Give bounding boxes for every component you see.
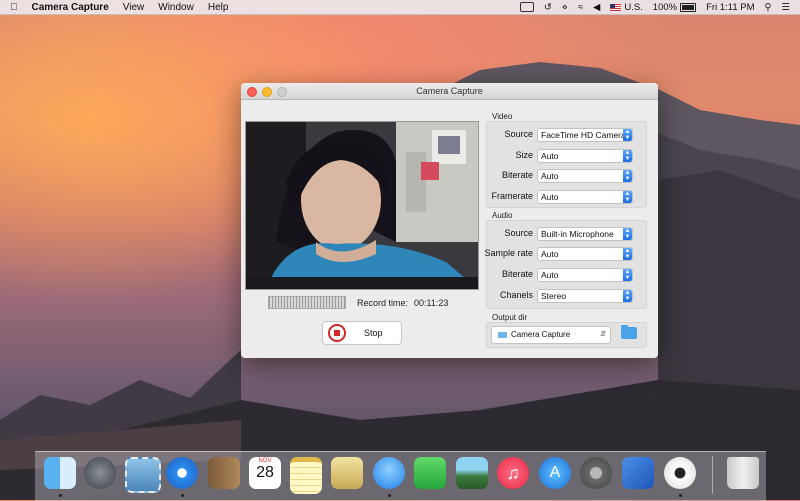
select-arrows-icon: ▲ ▼	[623, 228, 632, 240]
menu-help[interactable]: Help	[208, 2, 229, 13]
input-source-menu[interactable]: U.S.	[610, 2, 643, 13]
menu-window[interactable]: Window	[158, 2, 194, 13]
video-framerate-label: Framerate	[491, 191, 533, 201]
video-size-select[interactable]: Auto ▲ ▼	[537, 149, 633, 163]
menu-bar:  Camera Capture View Window Help ↺ ⋄ ≈ …	[0, 0, 800, 15]
running-indicator	[679, 494, 682, 497]
audio-biterate-label: Biterate	[501, 269, 533, 279]
preview-icon[interactable]	[331, 457, 363, 489]
itunes-icon[interactable]: ♫	[497, 457, 529, 489]
select-arrows-icon: ▲ ▼	[623, 129, 632, 141]
output-dir-select[interactable]: Camera Capture ⇵	[491, 326, 611, 344]
dock-separator	[712, 456, 713, 494]
xcode-icon[interactable]	[622, 457, 654, 489]
wifi-icon[interactable]: ≈	[578, 2, 583, 13]
video-source-select[interactable]: FaceTime HD Camera ▲ ▼	[537, 128, 633, 142]
audio-source-label: Source	[504, 228, 533, 238]
sample-rate-label: Sample rate	[484, 248, 533, 258]
battery-menu[interactable]: 100%	[653, 2, 697, 13]
sample-rate-select[interactable]: Auto ▲ ▼	[537, 247, 633, 261]
select-arrows-icon: ▲ ▼	[623, 269, 632, 281]
contacts-icon[interactable]	[208, 457, 240, 489]
stop-button-label: Stop	[364, 328, 383, 338]
video-biterate-label: Biterate	[501, 170, 533, 180]
time-machine-icon[interactable]: ↺	[544, 2, 552, 13]
running-indicator	[59, 494, 62, 497]
select-arrows-icon: ▲ ▼	[623, 150, 632, 162]
choose-folder-icon[interactable]	[621, 325, 637, 339]
notification-center-icon[interactable]: ☰	[781, 2, 790, 13]
audio-group-label: Audio	[492, 211, 513, 220]
folder-icon	[498, 331, 507, 338]
app-store-icon[interactable]: A	[539, 457, 571, 489]
select-arrows-icon: ▲ ▼	[623, 191, 632, 203]
camera-preview	[245, 121, 479, 290]
running-indicator	[181, 494, 184, 497]
photos-icon[interactable]	[456, 457, 488, 489]
video-size-label: Size	[515, 150, 533, 160]
close-button[interactable]	[247, 87, 257, 97]
apple-menu-icon[interactable]: 	[10, 2, 18, 13]
us-flag-icon	[610, 3, 622, 11]
bluetooth-icon[interactable]: ⋄	[562, 2, 568, 13]
record-time-value: 00:11:23	[414, 298, 449, 308]
facetime-icon[interactable]	[414, 457, 446, 489]
title-bar[interactable]: Camera Capture	[241, 83, 658, 100]
clock[interactable]: Fri 1:11 PM	[706, 2, 754, 13]
status-monitor-icon[interactable]	[519, 2, 534, 12]
volume-icon[interactable]: ◀	[593, 2, 600, 13]
messages-icon[interactable]	[373, 457, 405, 489]
select-arrows-icon: ⇵	[600, 331, 606, 338]
select-arrows-icon: ▲ ▼	[623, 248, 632, 260]
video-framerate-select[interactable]: Auto ▲ ▼	[537, 190, 633, 204]
calendar-day: 28	[256, 464, 274, 481]
notes-icon[interactable]	[290, 457, 322, 494]
system-preferences-icon[interactable]	[580, 457, 612, 489]
chanels-select[interactable]: Stereo ▲ ▼	[537, 289, 633, 303]
audio-settings-panel: Source Built-in Microphone ▲ ▼ Sample rate…	[484, 220, 647, 309]
audio-biterate-select[interactable]: Auto ▲ ▼	[537, 268, 633, 282]
zoom-button[interactable]	[277, 87, 287, 97]
battery-icon	[680, 2, 697, 12]
stop-button[interactable]: Stop	[322, 321, 402, 345]
stop-record-icon	[328, 324, 346, 342]
output-dir-label: Output dir	[492, 313, 528, 322]
select-arrows-icon: ▲ ▼	[623, 170, 632, 182]
camera-capture-icon[interactable]	[664, 457, 696, 489]
audio-level-meter	[268, 296, 346, 309]
finder-icon[interactable]	[44, 457, 76, 489]
camera-capture-window: Camera Capture Record time: 00:11:23 Sto…	[241, 83, 658, 358]
video-settings-panel: Source FaceTime HD Camera ▲ ▼ Size Auto ▲ ▼ …	[486, 121, 647, 208]
minimize-button[interactable]	[262, 87, 272, 97]
audio-source-select[interactable]: Built-in Microphone ▲ ▼	[537, 227, 633, 241]
app-menu[interactable]: Camera Capture	[32, 2, 109, 13]
trash-icon[interactable]	[727, 457, 759, 489]
menu-view[interactable]: View	[123, 2, 145, 13]
record-time-label: Record time:	[357, 298, 409, 308]
spotlight-search-icon[interactable]: ⚲	[765, 2, 772, 13]
output-dir-panel: Camera Capture ⇵	[486, 322, 647, 348]
mail-stamp-icon[interactable]	[125, 457, 161, 493]
video-source-label: Source	[504, 129, 533, 139]
launchpad-icon[interactable]	[84, 457, 116, 489]
safari-icon[interactable]	[166, 457, 198, 489]
chanels-label: Chanels	[499, 290, 533, 300]
video-biterate-select[interactable]: Auto ▲ ▼	[537, 169, 633, 183]
video-group-label: Video	[492, 112, 513, 121]
window-title: Camera Capture	[416, 86, 483, 96]
running-indicator	[388, 494, 391, 497]
calendar-icon[interactable]: NOV 28	[249, 457, 281, 489]
select-arrows-icon: ▲ ▼	[623, 290, 632, 302]
